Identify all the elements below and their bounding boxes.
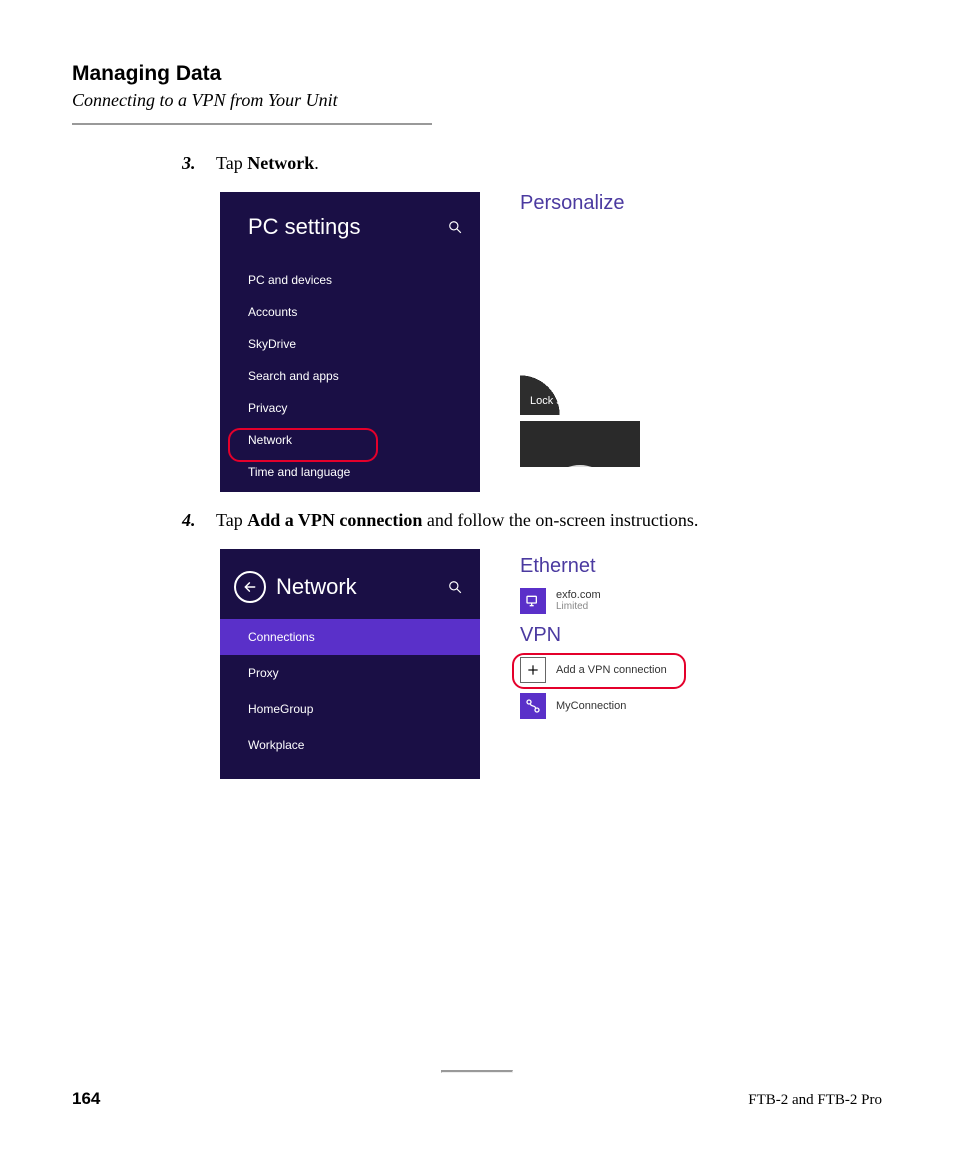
sidebar-item-skydrive[interactable]: SkyDrive — [248, 328, 462, 360]
sidebar-item-pc-devices[interactable]: PC and devices — [248, 264, 462, 296]
ethernet-connection[interactable]: exfo.com Limited — [520, 588, 820, 614]
vpn-icon — [520, 693, 546, 719]
pc-settings-panel: PC settings PC and devices Accounts SkyD… — [220, 192, 480, 492]
vpn-heading: VPN — [520, 624, 820, 647]
step3-pre: Tap — [216, 153, 247, 173]
plus-icon — [520, 657, 546, 683]
figure-network: Network Connections Proxy HomeGroup Work… — [220, 549, 882, 779]
step3-post: . — [314, 153, 319, 173]
sidebar-item-connections[interactable]: Connections — [220, 619, 480, 655]
footer-product: FTB-2 and FTB-2 Pro — [748, 1092, 882, 1109]
step4-post: and follow the on-screen instructions. — [422, 510, 698, 530]
sidebar-item-proxy[interactable]: Proxy — [220, 655, 480, 691]
account-picture-thumb[interactable] — [520, 421, 640, 467]
step3-bold: Network — [247, 153, 314, 173]
sidebar-item-time-language[interactable]: Time and language — [248, 456, 462, 488]
lock-screen-label: Lock screen — [530, 395, 589, 407]
header-rule — [72, 123, 432, 125]
search-icon[interactable] — [448, 220, 462, 234]
personalize-title: Personalize — [520, 192, 870, 215]
sidebar-item-accounts[interactable]: Accounts — [248, 296, 462, 328]
vpn-name: MyConnection — [556, 700, 626, 712]
sidebar-item-search-apps[interactable]: Search and apps — [248, 360, 462, 392]
step-4: 4. Tap Add a VPN connection and follow t… — [182, 510, 882, 531]
sidebar-item-workplace[interactable]: Workplace — [220, 727, 480, 763]
personalize-pane: Personalize Lock screen — [520, 192, 870, 467]
sidebar-item-homegroup[interactable]: HomeGroup — [220, 691, 480, 727]
add-vpn-connection[interactable]: Add a VPN connection — [520, 657, 820, 683]
step-text: Tap Add a VPN connection and follow the … — [216, 510, 882, 531]
step4-bold: Add a VPN connection — [247, 510, 422, 530]
vpn-connection-myconnection[interactable]: MyConnection — [520, 693, 820, 719]
ethernet-heading: Ethernet — [520, 555, 820, 578]
step4-pre: Tap — [216, 510, 247, 530]
figure-pc-settings: PC settings PC and devices Accounts SkyD… — [220, 192, 882, 492]
add-vpn-label: Add a VPN connection — [556, 664, 667, 676]
network-right-pane: Ethernet exfo.com Limited VPN — [520, 549, 820, 729]
sidebar-item-privacy[interactable]: Privacy — [248, 392, 462, 424]
network-panel: Network Connections Proxy HomeGroup Work… — [220, 549, 480, 779]
step-number: 3. — [182, 153, 216, 174]
step-text: Tap Network. — [216, 153, 882, 174]
eth-status: Limited — [556, 601, 601, 613]
pc-settings-title: PC settings — [248, 214, 361, 240]
search-icon[interactable] — [448, 580, 462, 594]
page-number: 164 — [72, 1089, 100, 1109]
network-title: Network — [276, 574, 357, 600]
back-icon[interactable] — [234, 571, 266, 603]
eth-name: exfo.com — [556, 589, 601, 601]
footer-rule — [441, 1070, 513, 1073]
step-number: 4. — [182, 510, 216, 531]
lock-screen-preview[interactable]: Lock screen — [520, 229, 870, 415]
sidebar-item-network[interactable]: Network — [248, 424, 462, 456]
section-subtitle: Connecting to a VPN from Your Unit — [72, 90, 882, 111]
section-heading: Managing Data — [72, 62, 882, 86]
ethernet-icon — [520, 588, 546, 614]
step-3: 3. Tap Network. — [182, 153, 882, 174]
